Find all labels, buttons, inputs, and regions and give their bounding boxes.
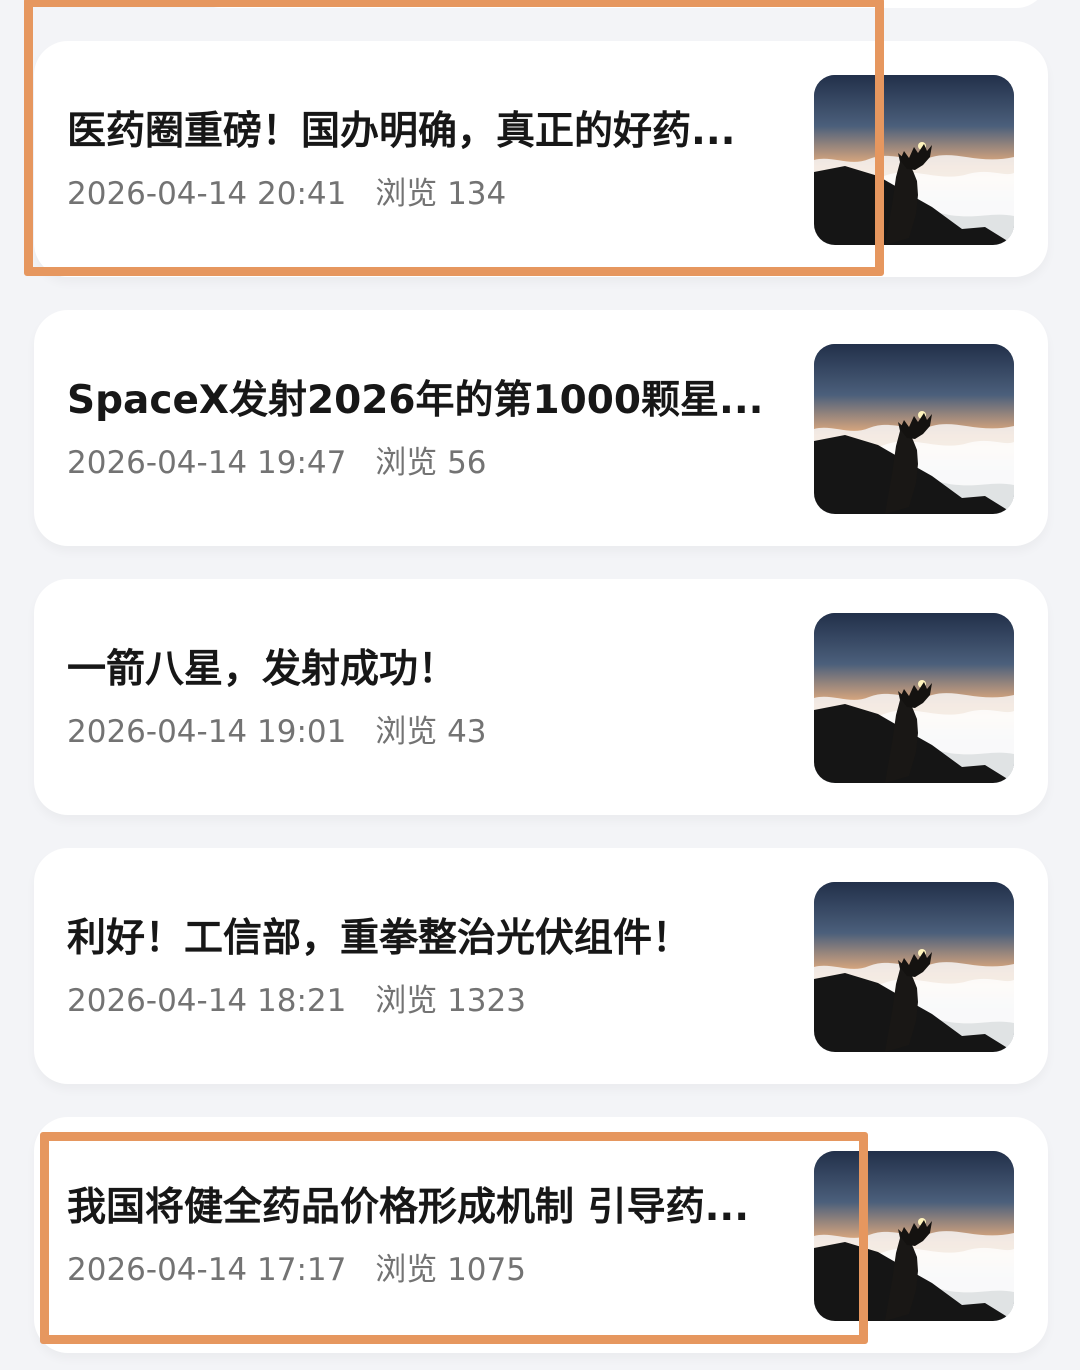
article-time: 2026-04-14 18:21 [67, 983, 347, 1019]
article-thumbnail[interactable] [814, 344, 1014, 514]
article-title: 我国将健全药品价格形成机制 引导药... [67, 1185, 750, 1230]
article-card[interactable]: SpaceX发射2026年的第1000颗星... 2026-04-14 19:4… [34, 310, 1048, 546]
views-count: 134 [447, 176, 507, 212]
article-meta: 2026-04-14 19:47 浏览 56 [67, 442, 487, 484]
article-thumbnail[interactable] [814, 882, 1014, 1052]
views-count: 56 [447, 445, 487, 481]
article-meta: 2026-04-14 18:21 浏览 1323 [67, 980, 526, 1022]
sunrise-photo-thumbnail [814, 344, 1014, 514]
article-time: 2026-04-14 19:47 [67, 445, 347, 481]
article-title: 利好！工信部，重拳整治光伏组件！ [67, 916, 692, 961]
previous-article-card-edge[interactable] [190, 0, 1048, 8]
article-title: 一箭八星，发射成功！ [67, 647, 458, 692]
article-title: 医药圈重磅！国办明确，真正的好药... [67, 109, 736, 154]
article-thumbnail[interactable] [814, 75, 1014, 245]
views-label: 浏览 [375, 176, 438, 212]
sunrise-photo-thumbnail [814, 613, 1014, 783]
views-label: 浏览 [375, 1252, 438, 1288]
sunrise-photo-thumbnail [814, 75, 1014, 245]
article-card[interactable]: 一箭八星，发射成功！ 2026-04-14 19:01 浏览 43 [34, 579, 1048, 815]
article-meta: 2026-04-14 19:01 浏览 43 [67, 711, 487, 753]
views-count: 43 [447, 714, 487, 750]
article-time: 2026-04-14 19:01 [67, 714, 347, 750]
article-time: 2026-04-14 17:17 [67, 1252, 347, 1288]
article-meta: 2026-04-14 17:17 浏览 1075 [67, 1249, 526, 1291]
article-title: SpaceX发射2026年的第1000颗星... [67, 378, 764, 423]
article-card[interactable]: 我国将健全药品价格形成机制 引导药... 2026-04-14 17:17 浏览… [34, 1117, 1048, 1353]
views-count: 1323 [447, 983, 526, 1019]
views-label: 浏览 [375, 714, 438, 750]
article-card[interactable]: 医药圈重磅！国办明确，真正的好药... 2026-04-14 20:41 浏览 … [34, 41, 1048, 277]
article-thumbnail[interactable] [814, 613, 1014, 783]
article-card[interactable]: 利好！工信部，重拳整治光伏组件！ 2026-04-14 18:21 浏览 132… [34, 848, 1048, 1084]
sunrise-photo-thumbnail [814, 1151, 1014, 1321]
article-time: 2026-04-14 20:41 [67, 176, 347, 212]
article-meta: 2026-04-14 20:41 浏览 134 [67, 173, 506, 215]
views-label: 浏览 [375, 983, 438, 1019]
views-label: 浏览 [375, 445, 438, 481]
views-count: 1075 [447, 1252, 526, 1288]
article-thumbnail[interactable] [814, 1151, 1014, 1321]
sunrise-photo-thumbnail [814, 882, 1014, 1052]
